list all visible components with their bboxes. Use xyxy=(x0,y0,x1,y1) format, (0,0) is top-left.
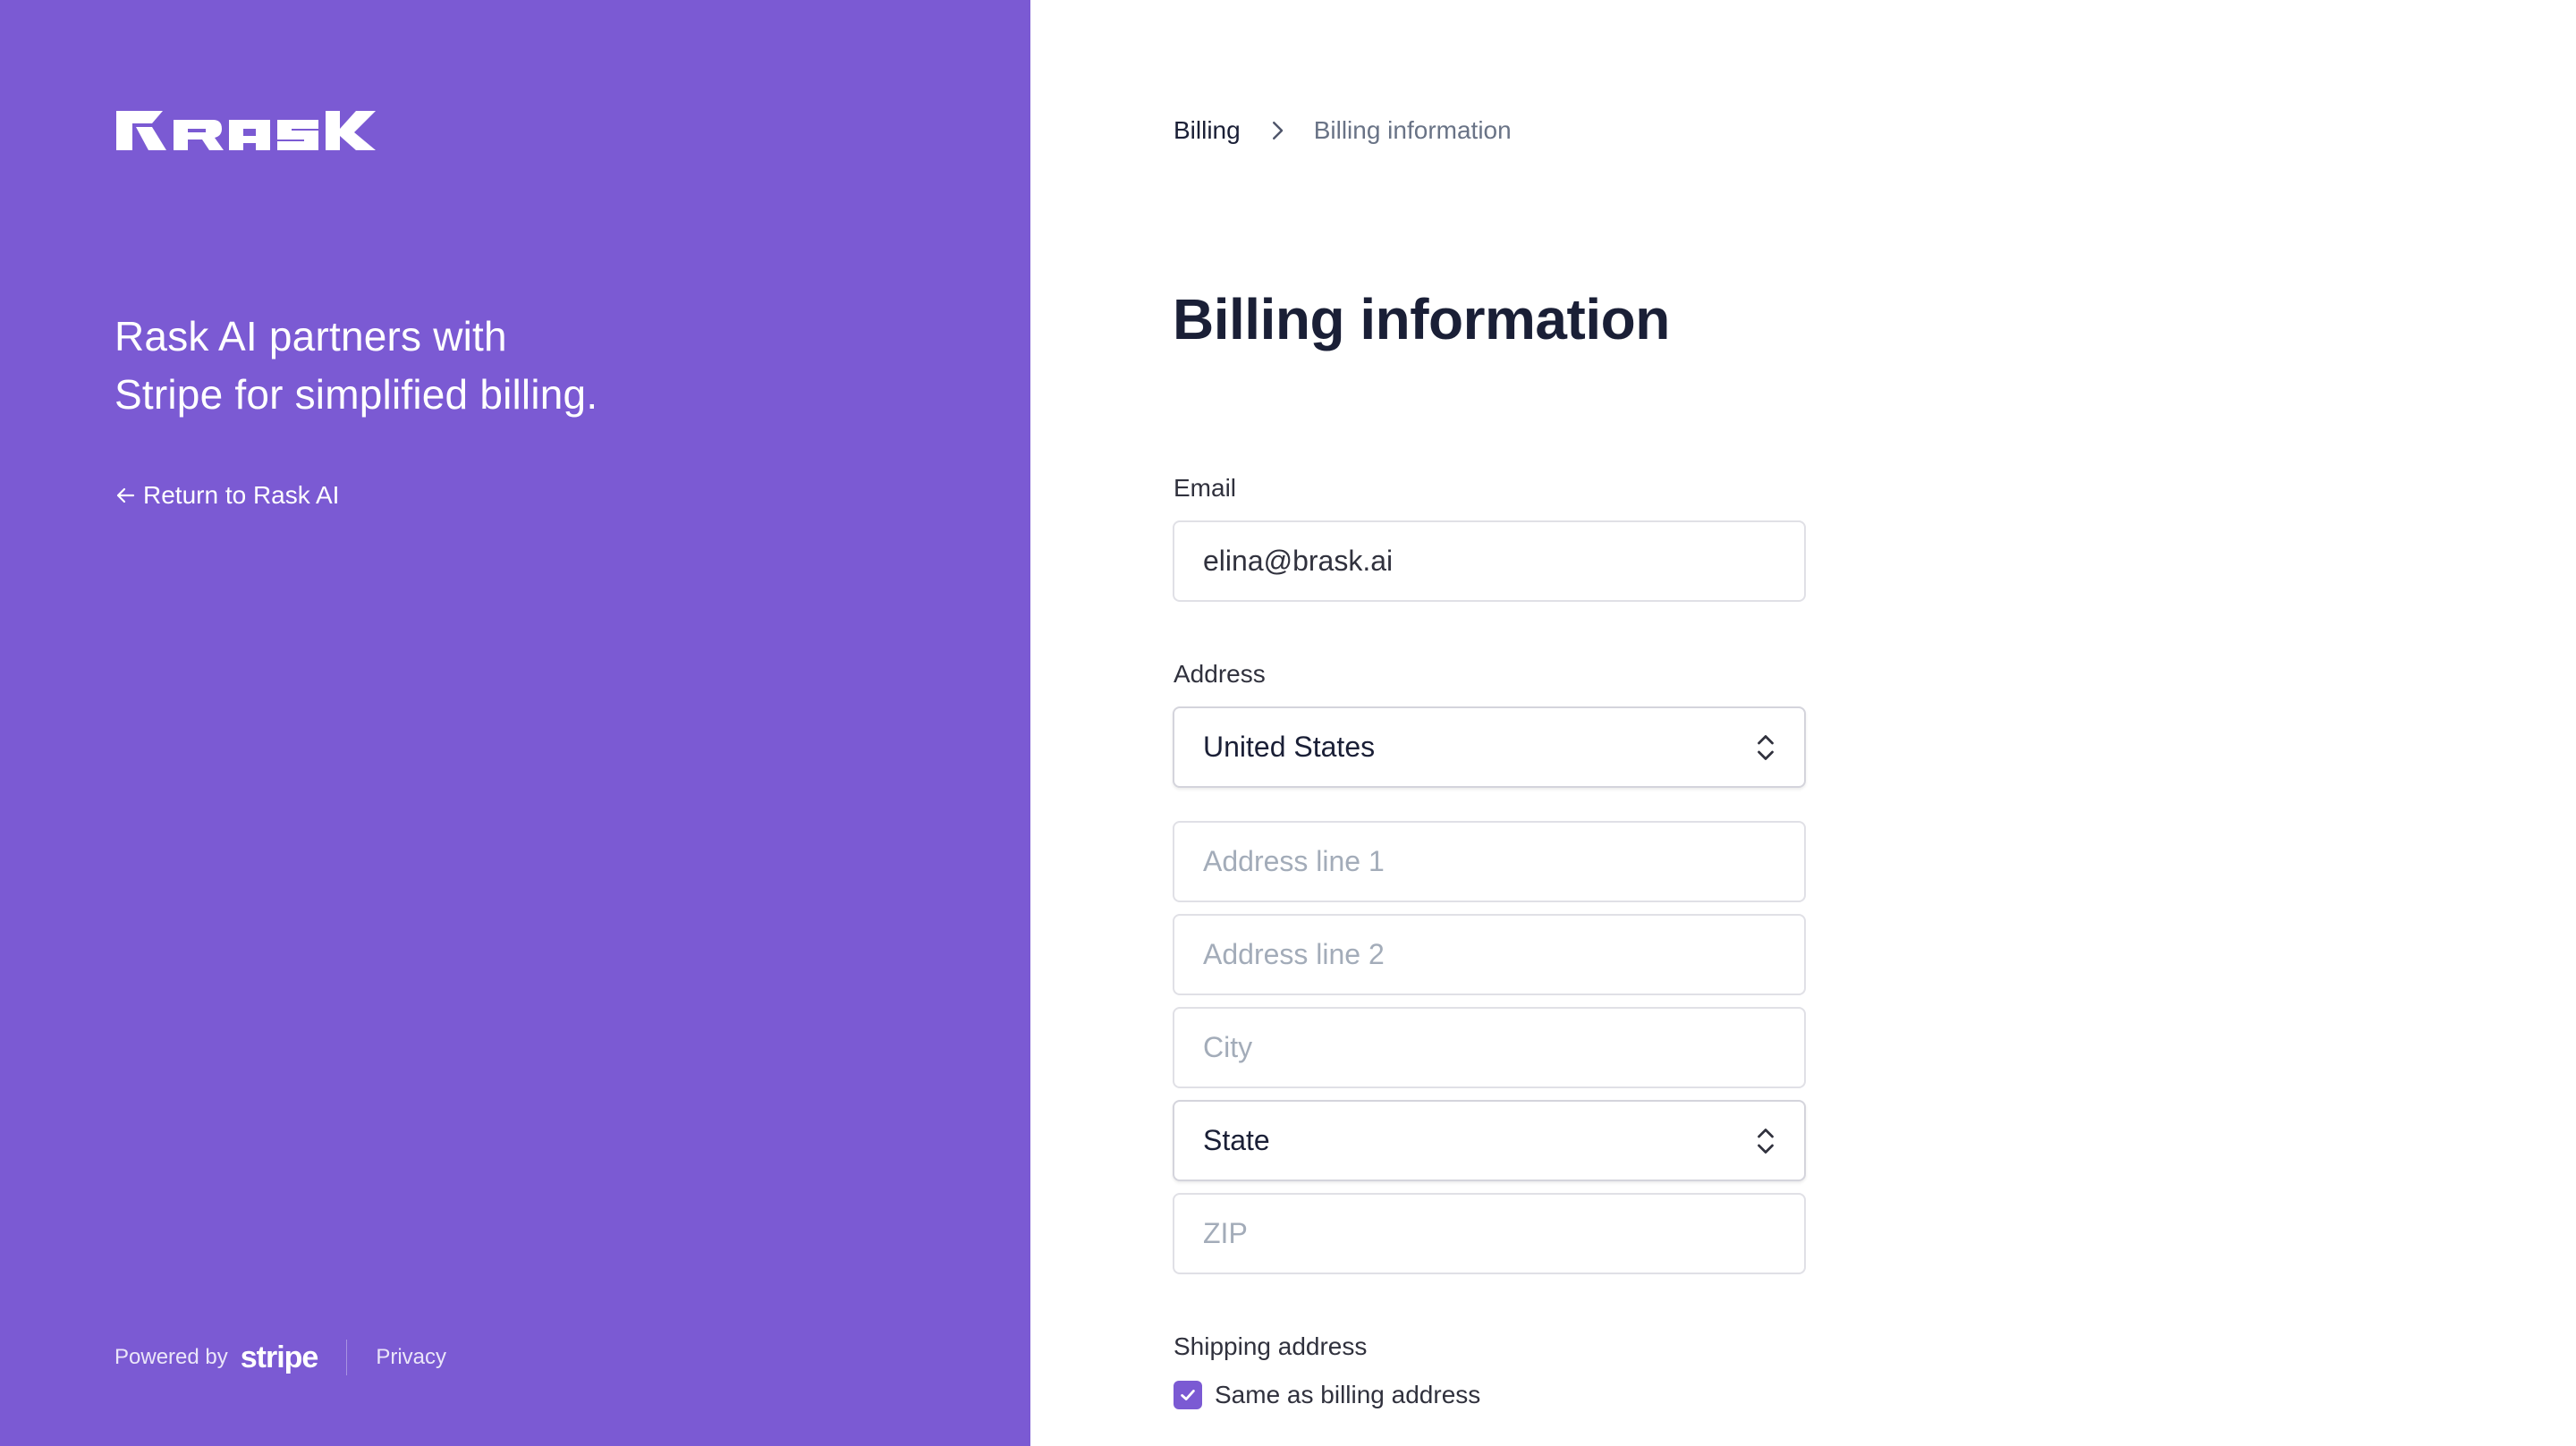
email-value: elina@brask.ai xyxy=(1203,545,1394,577)
address-label: Address xyxy=(1174,660,1266,688)
tagline-line-2: Stripe for simplified billing. xyxy=(114,371,598,418)
footer-divider xyxy=(346,1340,348,1375)
email-field[interactable]: elina@brask.ai xyxy=(1173,520,1806,602)
privacy-link[interactable]: Privacy xyxy=(376,1345,446,1370)
return-to-rask-link[interactable]: Return to Rask AI xyxy=(114,481,339,510)
rask-logo-mark xyxy=(116,111,376,150)
zip-placeholder: ZIP xyxy=(1203,1217,1248,1249)
breadcrumb-billing-information: Billing information xyxy=(1313,116,1512,144)
tagline-line-1: Rask AI partners with xyxy=(114,313,507,359)
checkmark-icon xyxy=(1181,1390,1195,1400)
country-select[interactable]: United States xyxy=(1173,706,1806,788)
same-as-billing-checkbox[interactable] xyxy=(1174,1381,1202,1409)
tagline: Rask AI partners with Stripe for simplif… xyxy=(114,308,741,424)
page-title: Billing information xyxy=(1173,287,1670,351)
breadcrumb: Billing Billing information xyxy=(1174,116,1512,145)
shipping-address-label: Shipping address xyxy=(1174,1332,1368,1360)
stripe-logo: stripe xyxy=(240,1340,319,1374)
billing-form-area: Billing Billing information Billing info… xyxy=(1030,0,2576,1446)
chevron-up-down-icon xyxy=(1758,1128,1774,1154)
chevron-right-icon xyxy=(1272,122,1283,140)
address-line-2-placeholder: Address line 2 xyxy=(1203,938,1385,970)
footer: Powered by stripe Privacy xyxy=(114,1340,446,1375)
address-line-1-field[interactable]: Address line 1 xyxy=(1173,821,1806,902)
city-field[interactable]: City xyxy=(1173,1007,1806,1088)
email-label: Email xyxy=(1174,474,1237,502)
state-value: State xyxy=(1203,1124,1270,1156)
powered-by-stripe[interactable]: Powered by stripe xyxy=(114,1340,318,1375)
city-placeholder: City xyxy=(1203,1031,1253,1063)
zip-field[interactable]: ZIP xyxy=(1173,1193,1806,1274)
powered-by-label: Powered by xyxy=(114,1345,228,1369)
same-as-billing-option[interactable]: Same as billing address xyxy=(1174,1381,1480,1409)
country-value: United States xyxy=(1203,731,1376,763)
rask-logo xyxy=(116,107,376,154)
same-as-billing-label: Same as billing address xyxy=(1215,1381,1481,1408)
arrow-left-icon xyxy=(116,487,135,503)
brand-panel: Rask AI partners with Stripe for simplif… xyxy=(0,0,1030,1446)
breadcrumb-billing[interactable]: Billing xyxy=(1174,116,1241,145)
chevron-up-down-icon xyxy=(1758,734,1774,760)
state-select[interactable]: State xyxy=(1173,1100,1806,1181)
address-line-1-placeholder: Address line 1 xyxy=(1203,845,1385,877)
return-link-label: Return to Rask AI xyxy=(143,481,340,509)
address-line-2-field[interactable]: Address line 2 xyxy=(1173,914,1806,995)
